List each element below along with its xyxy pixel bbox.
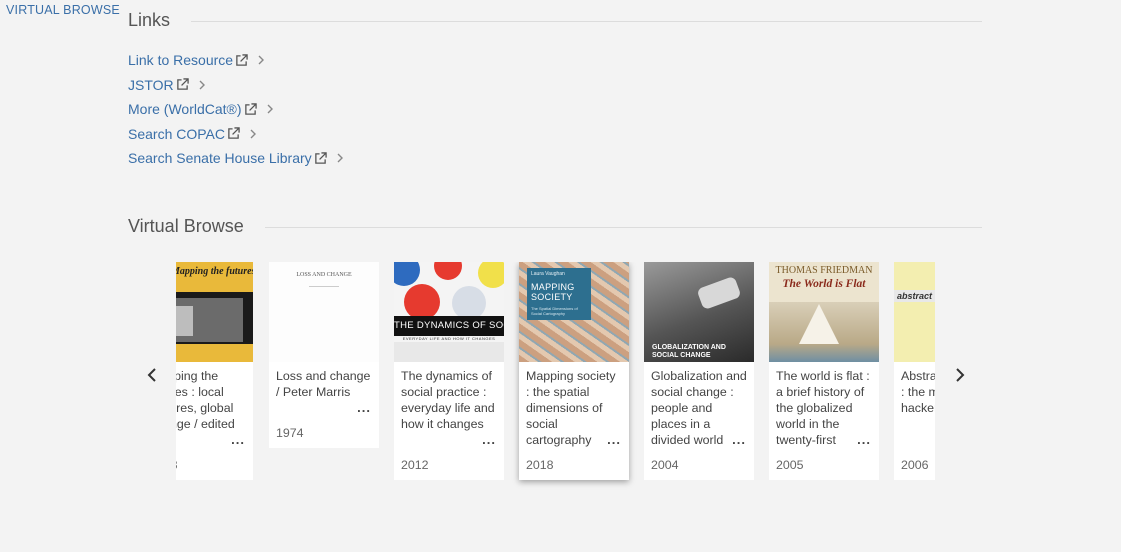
virtual-browse-nav-link[interactable]: VIRTUAL BROWSE [6,3,120,17]
link-senate-house[interactable]: Search Senate House Library [128,146,344,171]
book-cover: Mapping the futures [176,262,253,362]
book-card[interactable]: Mapping the futures Mapping the futures … [176,262,253,480]
cover-text: abstract [897,291,933,301]
book-year: 2006 [901,458,929,472]
book-title: Abstract hacking : the making of a hacke… [901,369,935,415]
book-cover: GLOBALIZATION AND SOCIAL CHANGE [644,262,754,362]
external-link-icon [176,78,189,91]
book-year: 2018 [526,458,554,472]
more-ellipsis: ... [482,432,496,447]
cover-text: MAPPING SOCIETY [531,282,575,302]
book-year: 1974 [276,426,304,440]
virtual-browse-heading: Virtual Browse [128,216,244,236]
more-ellipsis: ... [857,432,871,447]
more-ellipsis: ... [231,432,245,447]
more-ellipsis: ... [607,432,621,447]
link-label: Search COPAC [128,125,225,142]
cover-text: GLOBALIZATION AND SOCIAL CHANGE [652,344,726,359]
chevron-right-icon [337,153,343,163]
book-card[interactable]: GLOBALIZATION AND SOCIAL CHANGE Globaliz… [644,262,754,480]
browse-divider [265,227,982,228]
cover-subtitle: EVERYDAY LIFE AND HOW IT CHANGES [402,336,496,341]
browse-carousel: Mapping the futures Mapping the futures … [176,262,935,492]
link-worldcat[interactable]: More (WorldCat®) [128,97,344,122]
external-link-icon [244,103,257,115]
book-cover: THOMAS FRIEDMAN The World is Flat [769,262,879,362]
link-to-resource[interactable]: Link to Resource [128,48,344,73]
book-card[interactable]: LOSS AND CHANGE Loss and change / Peter … [269,262,379,448]
carousel-next-icon[interactable] [953,367,967,383]
book-cover: abstract [894,262,935,362]
cover-text: The World is Flat [782,278,866,290]
chevron-right-icon [199,80,205,90]
chevron-right-icon [267,104,273,114]
more-ellipsis: ... [732,432,746,447]
book-card-selected[interactable]: Laura Vaughan MAPPING SOCIETY The Spatia… [519,262,629,480]
cover-text: THE DYNAMICS OF SOCIAL PRACTICE [394,320,504,331]
cover-author: Laura Vaughan [531,271,565,277]
book-year: 2004 [651,458,679,472]
book-cover: Laura Vaughan MAPPING SOCIETY The Spatia… [519,262,629,362]
book-year: 2012 [401,458,429,472]
cover-subtitle: The Spatial Dimensions of Social Cartogr… [531,306,578,316]
link-label: JSTOR [128,76,174,93]
book-card[interactable]: THE DYNAMICS OF SOCIAL PRACTICE EVERYDAY… [394,262,504,480]
chevron-right-icon [250,129,256,139]
book-cover: THE DYNAMICS OF SOCIAL PRACTICE EVERYDAY… [394,262,504,362]
book-cover: LOSS AND CHANGE [269,262,379,362]
link-label: More (WorldCat®) [128,101,242,118]
links-heading: Links [128,10,171,30]
chevron-right-icon [258,55,265,65]
more-ellipsis: ... [357,400,371,415]
links-divider [191,21,982,22]
book-year: 1993 [176,458,246,472]
carousel-prev-icon[interactable] [145,367,159,383]
external-link-icon [228,127,240,140]
link-label: Link to Resource [128,52,234,69]
book-card[interactable]: abstract Abstract hacking : the making o… [894,262,935,480]
cover-text: LOSS AND CHANGE [296,272,352,278]
cover-author: THOMAS FRIEDMAN [775,265,873,276]
external-link-icon [314,152,327,164]
external-link-icon [236,54,248,66]
link-search-copac[interactable]: Search COPAC [128,122,344,147]
cover-text: Mapping the futures [176,266,253,277]
book-year: 2005 [776,458,804,472]
link-jstor[interactable]: JSTOR [128,73,344,98]
links-list: Link to Resource JSTOR More (WorldCat®) … [128,48,344,171]
link-label: Search Senate House Library [128,150,312,167]
book-card[interactable]: THOMAS FRIEDMAN The World is Flat The wo… [769,262,879,480]
